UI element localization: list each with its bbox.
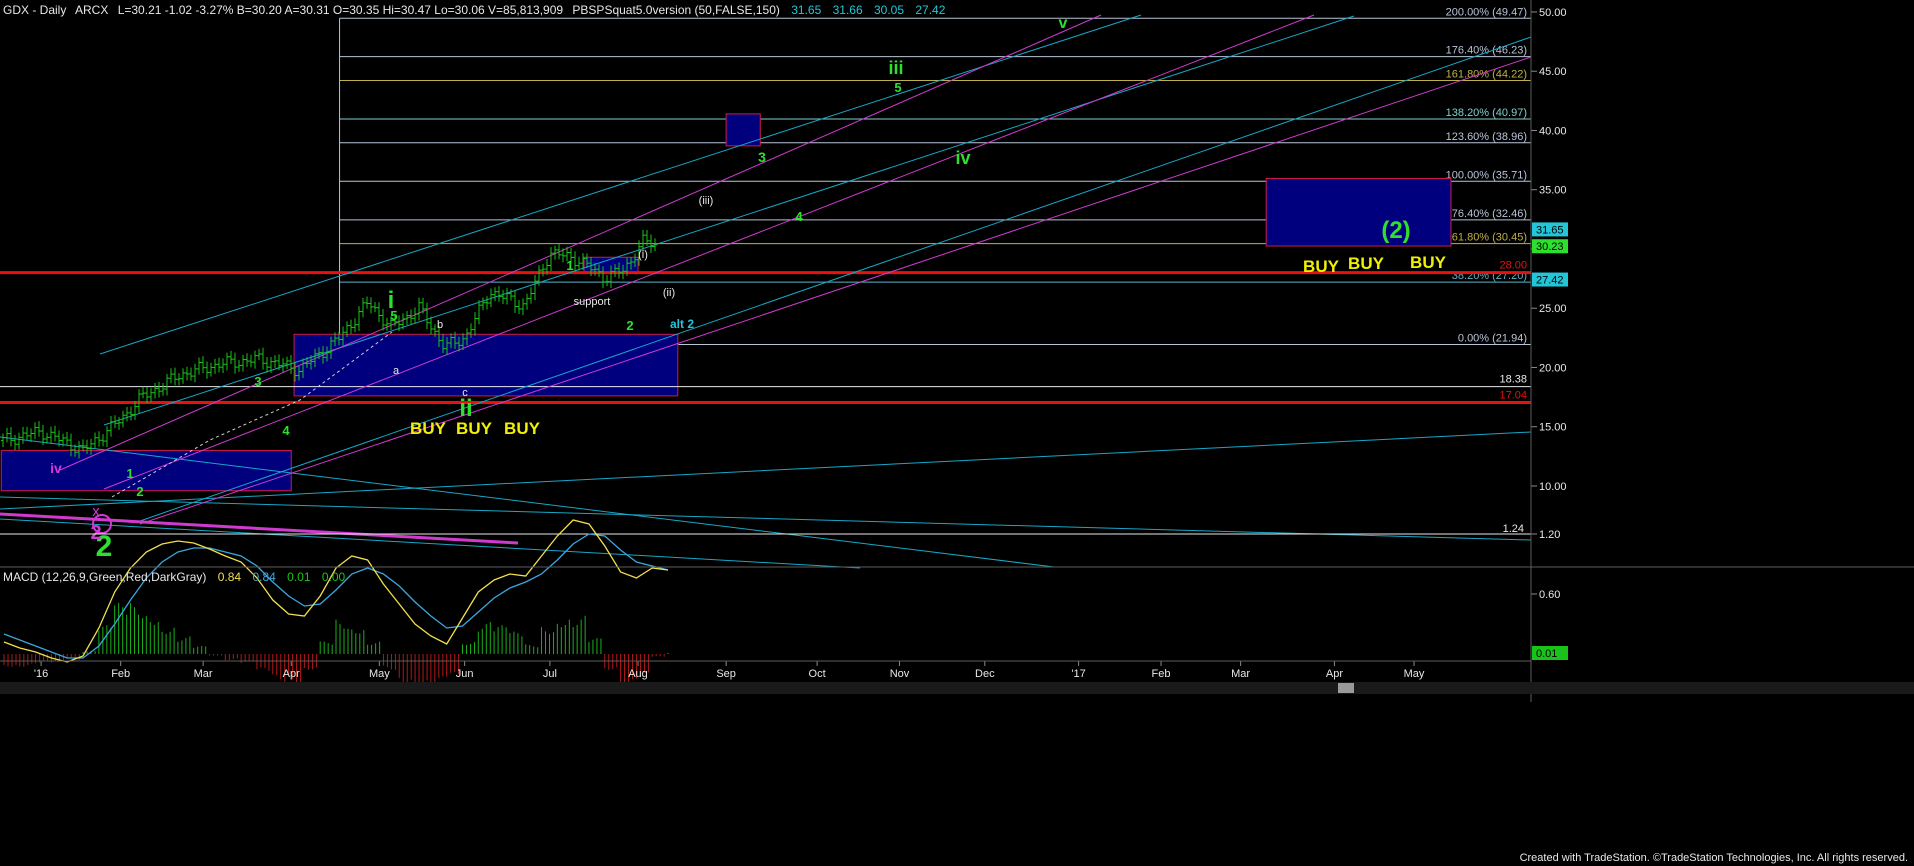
level-label: 17.04 xyxy=(1499,390,1527,402)
price-tick-label: 15.00 xyxy=(1539,422,1567,434)
wave-label-a: a xyxy=(393,365,400,377)
wave-2-buy-box xyxy=(1265,177,1452,247)
wave-label-c: c xyxy=(462,387,468,399)
header-indicator: PBSPSquat5.0version (50,FALSE,150) xyxy=(572,3,779,17)
buy-label-upper: BUY xyxy=(1303,257,1340,276)
time-tick-label: May xyxy=(369,668,390,680)
macd-tick-label: 1.20 xyxy=(1539,529,1560,541)
wave-label-wave-ii: (ii) xyxy=(663,287,675,299)
header-indicator-value-2: 31.66 xyxy=(833,3,863,17)
wave-label-wave-iii: (iii) xyxy=(699,195,714,207)
macd-value-2: 0.84 xyxy=(252,570,276,584)
fib-label: 100.00% (35.71) xyxy=(1446,169,1527,181)
fib-label: 123.60% (38.96) xyxy=(1446,131,1527,143)
price-tick-label: 50.00 xyxy=(1539,7,1567,19)
header-quote: L=30.21 -1.02 -3.27% B=30.20 A=30.31 O=3… xyxy=(118,3,564,17)
macd-value-3: 0.01 xyxy=(287,570,311,584)
price-tick-label: 35.00 xyxy=(1539,185,1567,197)
time-tick-label: May xyxy=(1404,668,1425,680)
wave-label-2-minor: 2 xyxy=(626,318,633,333)
buy-label-lower: BUY xyxy=(504,419,541,438)
macd-header: MACD (12,26,9,Green,Red,DarkGray) 0.84 0… xyxy=(3,570,346,584)
time-tick-label: Feb xyxy=(1152,668,1171,680)
time-tick-label: '16 xyxy=(34,668,48,680)
macd-top-value: 1.24 xyxy=(1503,523,1524,535)
time-tick-label: Aug xyxy=(628,668,648,680)
wave-label-v: v xyxy=(1059,15,1068,32)
buy-label-upper: BUY xyxy=(1348,254,1385,273)
macd-tick-label: 0.60 xyxy=(1539,589,1560,601)
fib-label: 76.40% (32.46) xyxy=(1452,208,1527,220)
macd-value-4: 0.00 xyxy=(322,570,346,584)
wave-label-b: b xyxy=(437,319,443,331)
wave-label-4: 4 xyxy=(282,423,290,438)
time-tick-label: Feb xyxy=(111,668,130,680)
time-tick-label: Apr xyxy=(283,668,300,680)
buy-label-upper: BUY xyxy=(1410,253,1447,272)
wave-label-3: 3 xyxy=(254,374,261,389)
primary-2-box xyxy=(0,449,292,492)
gdx-chart: GDX - Daily ARCX L=30.21 -1.02 -3.27% B=… xyxy=(0,0,1914,866)
time-tick-label: Mar xyxy=(1231,668,1250,680)
buy-label-lower: BUY xyxy=(410,419,447,438)
time-tick-label: Mar xyxy=(194,668,213,680)
fib-label: 161.80% (44.22) xyxy=(1446,68,1527,80)
price-marker-label: 31.65 xyxy=(1536,224,1564,236)
scrollbar-track[interactable] xyxy=(0,682,1914,694)
wave-label-5-target: 5 xyxy=(894,80,901,95)
wave-label-2: 2 xyxy=(136,484,143,499)
wave-label-ii: ii xyxy=(459,395,472,422)
price-tick-label: 20.00 xyxy=(1539,362,1567,374)
macd-value-marker-label: 0.01 xyxy=(1536,648,1557,660)
price-marker-label: 27.42 xyxy=(1536,275,1564,287)
time-tick-label: Apr xyxy=(1326,668,1343,680)
fib-label: 138.20% (40.97) xyxy=(1446,107,1527,119)
price-tick-label: 40.00 xyxy=(1539,125,1567,137)
time-tick-label: Jun xyxy=(456,668,474,680)
fib-label: 176.40% (46.23) xyxy=(1446,45,1527,57)
wave-label-4-target: 4 xyxy=(795,209,803,224)
price-tick-label: 45.00 xyxy=(1539,66,1567,78)
price-marker-label: 30.23 xyxy=(1536,241,1564,253)
header-indicator-value-4: 27.42 xyxy=(915,3,945,17)
price-tick-label: 25.00 xyxy=(1539,303,1567,315)
price-tick-label: 10.00 xyxy=(1539,481,1567,493)
header-indicator-value-1: 31.65 xyxy=(791,3,821,17)
macd-label: MACD (12,26,9,Green,Red,DarkGray) xyxy=(3,570,206,584)
header-symbol: GDX - Daily xyxy=(3,3,66,17)
fib-label: 0.00% (21.94) xyxy=(1458,332,1527,344)
header-indicator-value-3: 30.05 xyxy=(874,3,904,17)
wave-label-alt-2: alt 2 xyxy=(670,317,694,331)
time-tick-label: Dec xyxy=(975,668,995,680)
wave-label-iii: iii xyxy=(888,58,903,78)
level-label: 28.00 xyxy=(1499,260,1527,272)
wave-label-iv-minor: iv xyxy=(50,460,62,476)
wave-label-1-minor: 1 xyxy=(566,258,573,273)
time-tick-label: Oct xyxy=(809,668,826,680)
macd-value-1: 0.84 xyxy=(218,570,242,584)
wave-label-wave-i: (i) xyxy=(638,249,648,261)
buy-label-lower: BUY xyxy=(456,419,493,438)
support-label: support xyxy=(574,296,611,308)
scrollbar-thumb[interactable] xyxy=(1338,683,1354,693)
wave-label-iv: iv xyxy=(955,148,970,168)
wave-label-i: i xyxy=(388,287,395,314)
header-exchange: ARCX xyxy=(75,3,108,17)
wave-label-1: 1 xyxy=(126,466,133,481)
time-tick-label: '17 xyxy=(1071,668,1085,680)
wave-label-3-target: 3 xyxy=(758,149,766,165)
wave-label-2-correction: (2) xyxy=(1381,217,1410,244)
time-tick-label: Nov xyxy=(890,668,910,680)
header-quote-line: GDX - Daily ARCX L=30.21 -1.02 -3.27% B=… xyxy=(3,3,946,17)
fib-label: 61.80% (30.45) xyxy=(1452,232,1527,244)
time-tick-label: Jul xyxy=(543,668,557,680)
fib-label: 200.00% (49.47) xyxy=(1446,6,1527,18)
level-label: 18.38 xyxy=(1499,374,1527,386)
footer-credit: Created with TradeStation. ©TradeStation… xyxy=(1520,852,1908,864)
time-tick-label: Sep xyxy=(716,668,736,680)
